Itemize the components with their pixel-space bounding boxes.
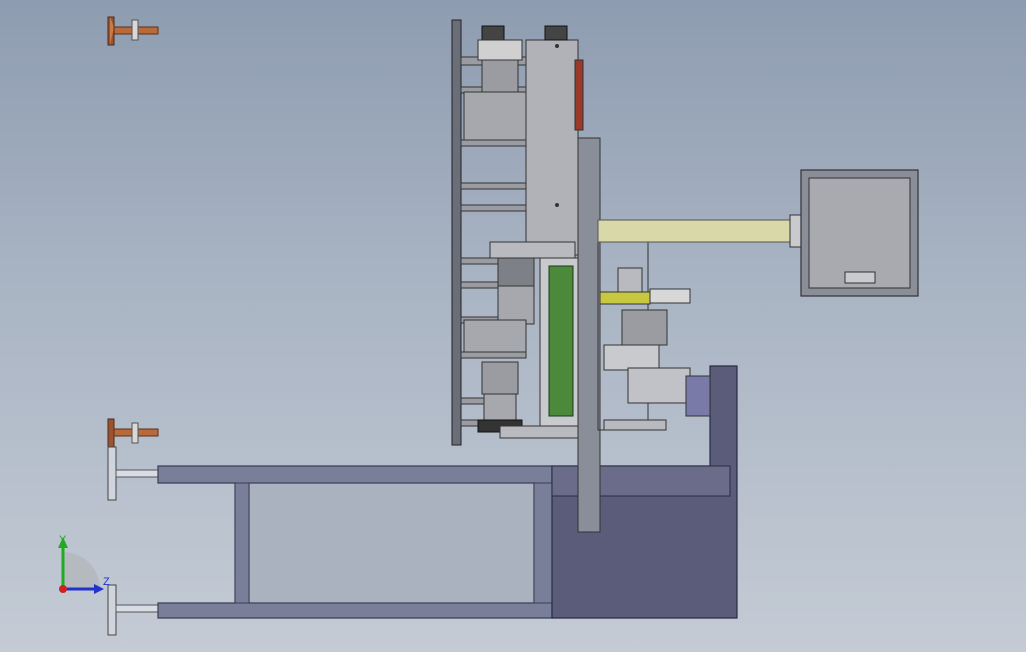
leveling-foot-top[interactable] [107, 16, 159, 46]
z-axis-label: Z [103, 576, 110, 588]
gripper-assembly[interactable] [597, 229, 711, 431]
cad-viewport[interactable]: Y Z [0, 0, 1026, 652]
caster-lower[interactable] [107, 584, 161, 636]
connecting-shaft[interactable] [597, 214, 803, 248]
control-box[interactable] [800, 169, 919, 297]
model-view[interactable]: Y Z [0, 0, 1026, 652]
main-panel[interactable] [525, 39, 584, 256]
triad-plane [63, 552, 100, 589]
back-plate[interactable] [451, 19, 462, 446]
y-axis-label: Y [59, 534, 67, 546]
triad-origin [59, 585, 67, 593]
base-frame[interactable] [157, 465, 553, 619]
leveling-foot-middle[interactable] [107, 418, 159, 448]
motor-lower[interactable] [477, 361, 523, 433]
column-plate[interactable] [577, 137, 601, 533]
caster-upper[interactable] [107, 446, 161, 501]
orientation-triad: Y Z [58, 534, 110, 594]
